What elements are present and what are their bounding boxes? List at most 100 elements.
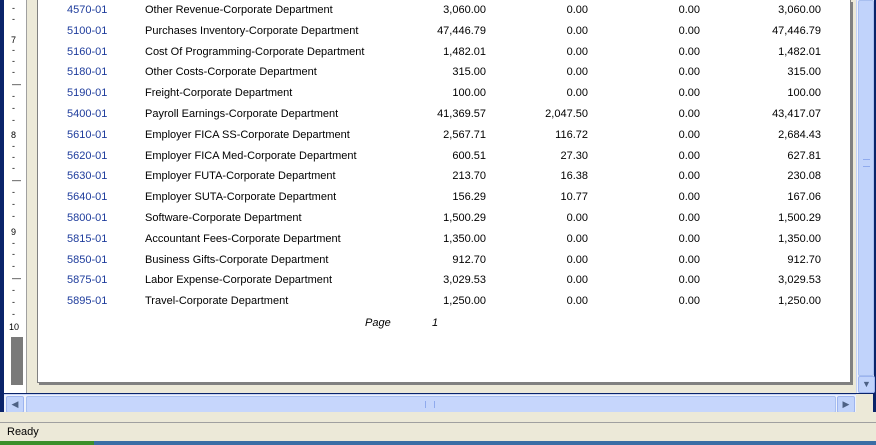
status-gap: [0, 412, 876, 422]
grip-icon: [863, 159, 870, 167]
description-cell: Labor Expense-Corporate Department: [145, 274, 333, 287]
report-page: 4570-01 Other Revenue-Corporate Departmen…: [37, 0, 851, 383]
page-label: Page: [365, 317, 391, 329]
amount-cell: 0.00: [678, 24, 700, 37]
page-number: 1: [432, 317, 439, 329]
amount-cell: 1,250.00: [443, 295, 486, 308]
amount-cell: 43,417.07: [772, 108, 821, 120]
vertical-ruler: - - 7 - - - — - - - 8 - - - — - - - 9 - …: [4, 0, 27, 393]
amount-cell: 2,047.50: [545, 108, 588, 120]
amount-cell: 10.77: [560, 191, 588, 204]
amount-cell: 0.00: [678, 212, 700, 224]
ruler-label: 10: [9, 322, 20, 332]
account-link[interactable]: 4570-01: [67, 0, 107, 20]
amount-cell: 1,350.00: [778, 232, 821, 245]
amount-cell: 912.70: [787, 253, 821, 266]
amount-cell: 0.00: [678, 87, 700, 100]
description-cell: Employer FICA SS-Corporate Department: [145, 128, 350, 141]
amount-cell: 0.00: [678, 4, 700, 16]
amount-cell: 1,482.01: [443, 45, 486, 58]
scroll-down-button[interactable]: ▼: [858, 376, 875, 393]
account-link[interactable]: 5160-01: [67, 42, 107, 62]
table-row: 5190-01 Freight-Corporate Department 100.0…: [38, 83, 850, 103]
description-cell: Travel-Corporate Department: [145, 295, 289, 308]
amount-cell: 0.00: [566, 45, 588, 58]
ruler-margin-shade: [11, 337, 23, 385]
description-cell: Accountant Fees-Corporate Department: [145, 232, 341, 245]
account-link[interactable]: 5620-01: [67, 146, 107, 166]
amount-cell: 41,369.57: [437, 108, 486, 120]
account-link[interactable]: 5875-01: [67, 270, 107, 290]
chevron-left-icon: ◀: [11, 399, 19, 409]
account-link[interactable]: 5610-01: [67, 125, 107, 145]
table-row: 5100-01 Purchases Inventory-Corporate Dep…: [38, 21, 850, 41]
amount-cell: 0.00: [566, 66, 588, 79]
account-link[interactable]: 5895-01: [67, 291, 107, 311]
amount-cell: 0.00: [678, 191, 700, 204]
amount-cell: 2,567.71: [443, 128, 486, 141]
amount-cell: 27.30: [560, 149, 588, 162]
vertical-scroll-thumb[interactable]: [858, 0, 874, 376]
amount-cell: 213.70: [452, 170, 486, 183]
amount-cell: 0.00: [678, 170, 700, 183]
scroll-right-button[interactable]: ▶: [837, 396, 855, 413]
amount-cell: 167.06: [787, 191, 821, 204]
description-cell: Cost Of Programming-Corporate Department: [145, 45, 365, 58]
description-cell: Payroll Earnings-Corporate Department: [145, 108, 339, 120]
amount-cell: 315.00: [787, 66, 821, 79]
status-text: Ready: [7, 426, 39, 438]
account-link[interactable]: 5400-01: [67, 104, 107, 124]
amount-cell: 0.00: [566, 253, 588, 266]
amount-cell: 0.00: [678, 232, 700, 245]
amount-cell: 3,060.00: [443, 4, 486, 16]
amount-cell: 0.00: [566, 274, 588, 287]
account-link[interactable]: 5815-01: [67, 229, 107, 249]
amount-cell: 100.00: [452, 87, 486, 100]
table-row: 5620-01 Employer FICA Med-Corporate Depar…: [38, 146, 850, 166]
table-row: 5875-01 Labor Expense-Corporate Departmen…: [38, 270, 850, 290]
table-row: 5180-01 Other Costs-Corporate Department 3…: [38, 62, 850, 82]
ruler-label: 9: [11, 227, 17, 237]
account-link[interactable]: 5800-01: [67, 208, 107, 228]
start-button-edge[interactable]: [0, 441, 94, 445]
table-row: 5815-01 Accountant Fees-Corporate Departm…: [38, 229, 850, 249]
description-cell: Freight-Corporate Department: [145, 87, 293, 100]
table-row: 4570-01 Other Revenue-Corporate Departmen…: [38, 0, 850, 20]
scroll-left-button[interactable]: ◀: [6, 396, 24, 413]
ruler-label: 8: [11, 130, 17, 140]
amount-cell: 0.00: [678, 128, 700, 141]
horizontal-scrollbar[interactable]: ◀ ▶: [4, 394, 856, 413]
table-row: 5895-01 Travel-Corporate Department 1,250.…: [38, 291, 850, 311]
table-row: 5800-01 Software-Corporate Department 1,50…: [38, 208, 850, 228]
amount-cell: 3,060.00: [778, 4, 821, 16]
account-link[interactable]: 5180-01: [67, 62, 107, 82]
amount-cell: 1,250.00: [778, 295, 821, 308]
amount-cell: 1,482.01: [778, 45, 821, 58]
amount-cell: 2,684.43: [778, 128, 821, 141]
account-link[interactable]: 5850-01: [67, 250, 107, 270]
amount-cell: 0.00: [566, 24, 588, 37]
description-cell: Purchases Inventory-Corporate Department: [145, 24, 359, 37]
amount-cell: 47,446.79: [437, 24, 486, 37]
amount-cell: 627.81: [787, 149, 821, 162]
horizontal-scroll-thumb[interactable]: [26, 396, 836, 413]
amount-cell: 0.00: [566, 87, 588, 100]
amount-cell: 0.00: [678, 108, 700, 120]
amount-cell: 230.08: [787, 170, 821, 183]
vertical-scrollbar[interactable]: ▼: [856, 0, 875, 393]
account-link[interactable]: 5640-01: [67, 187, 107, 207]
account-link[interactable]: 5190-01: [67, 83, 107, 103]
account-link[interactable]: 5630-01: [67, 166, 107, 186]
amount-cell: 3,029.53: [778, 274, 821, 287]
amount-cell: 0.00: [678, 295, 700, 308]
description-cell: Software-Corporate Department: [145, 212, 302, 224]
amount-cell: 0.00: [566, 295, 588, 308]
taskbar-strip: [0, 441, 876, 445]
amount-cell: 315.00: [452, 66, 486, 79]
amount-cell: 0.00: [678, 45, 700, 58]
amount-cell: 116.72: [555, 128, 588, 141]
table-row: 5640-01 Employer SUTA-Corporate Departmen…: [38, 187, 850, 207]
status-bar: Ready: [0, 422, 876, 442]
amount-cell: 16.38: [560, 170, 588, 183]
account-link[interactable]: 5100-01: [67, 21, 107, 41]
